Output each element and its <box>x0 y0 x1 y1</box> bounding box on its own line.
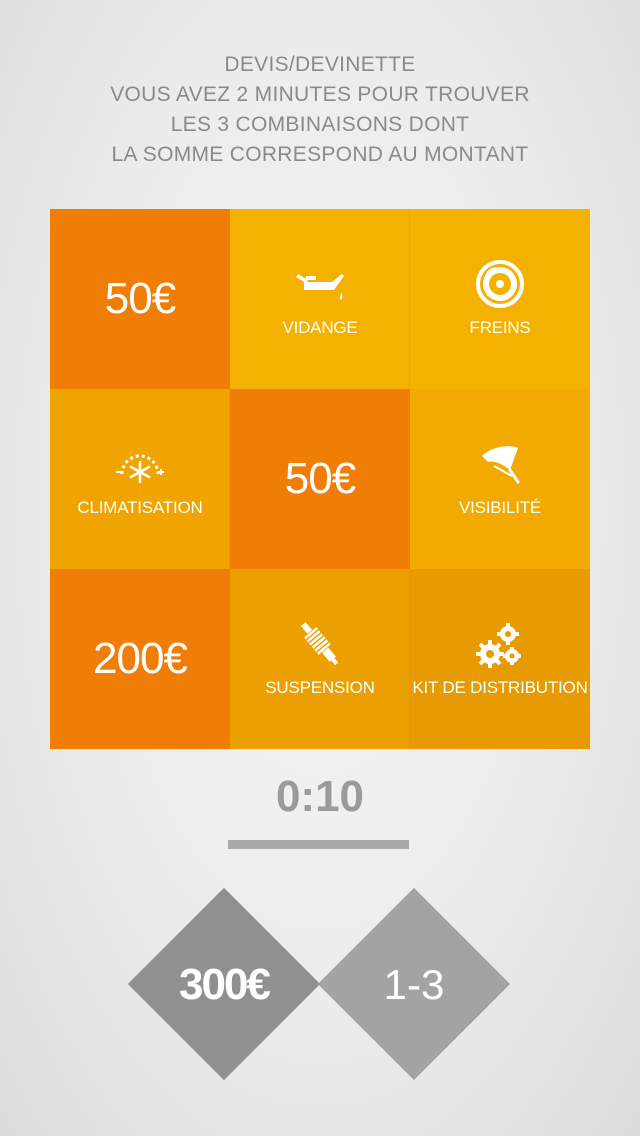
instructions-line-4: LA SOMME CORRESPOND AU MONTANT <box>111 143 529 166</box>
tile-price-1[interactable]: 50€ <box>50 209 230 389</box>
tile-label: FREINS <box>469 318 531 337</box>
shock-absorber-icon <box>300 622 339 666</box>
tile-price-value: 50€ <box>104 274 176 323</box>
countdown-timer: 0:10 <box>275 772 365 821</box>
tile-price-3[interactable]: 200€ <box>50 569 230 749</box>
oil-can-icon <box>296 274 344 300</box>
tile-label: VIDANGE <box>282 318 358 337</box>
tile-climatisation[interactable]: CLIMATISATION <box>50 389 230 569</box>
tile-vidange[interactable]: VIDANGE <box>230 209 410 389</box>
instructions-line-title: DEVIS/DEVINETTE <box>224 53 416 76</box>
instructions: DEVIS/DEVINETTE VOUS AVEZ 2 MINUTES POUR… <box>0 50 640 170</box>
game-grid: 50€ VIDANGE FREINS CLIMATISATION 50€ VIS… <box>50 209 590 749</box>
tile-price-value: 200€ <box>93 634 188 683</box>
instructions-line-3: LES 3 COMBINAISONS DONT <box>170 113 470 136</box>
gears-icon <box>476 623 521 668</box>
tile-price-2[interactable]: 50€ <box>230 389 410 569</box>
snowflake-icon <box>116 454 164 484</box>
tile-price-value: 50€ <box>284 454 356 503</box>
tile-label: VISIBILITÉ <box>458 498 542 517</box>
tile-label: CLIMATISATION <box>77 498 203 517</box>
instructions-line-2: VOUS AVEZ 2 MINUTES POUR TROUVER <box>110 83 530 106</box>
tile-visibilite[interactable]: VISIBILITÉ <box>410 389 590 569</box>
target-amount: 300€ <box>179 960 271 1009</box>
tile-label: SUSPENSION <box>265 678 375 697</box>
brake-disc-icon <box>476 260 524 308</box>
tile-suspension[interactable]: SUSPENSION <box>230 569 410 749</box>
tile-freins[interactable]: FREINS <box>410 209 590 389</box>
combinations-progress: 1-3 <box>383 961 445 1008</box>
tile-kit-distribution[interactable]: KIT DE DISTRIBUTION <box>410 569 590 749</box>
tile-label: KIT DE DISTRIBUTION <box>412 678 588 697</box>
wiper-icon <box>482 446 520 484</box>
timer-progress-bar <box>228 840 409 849</box>
